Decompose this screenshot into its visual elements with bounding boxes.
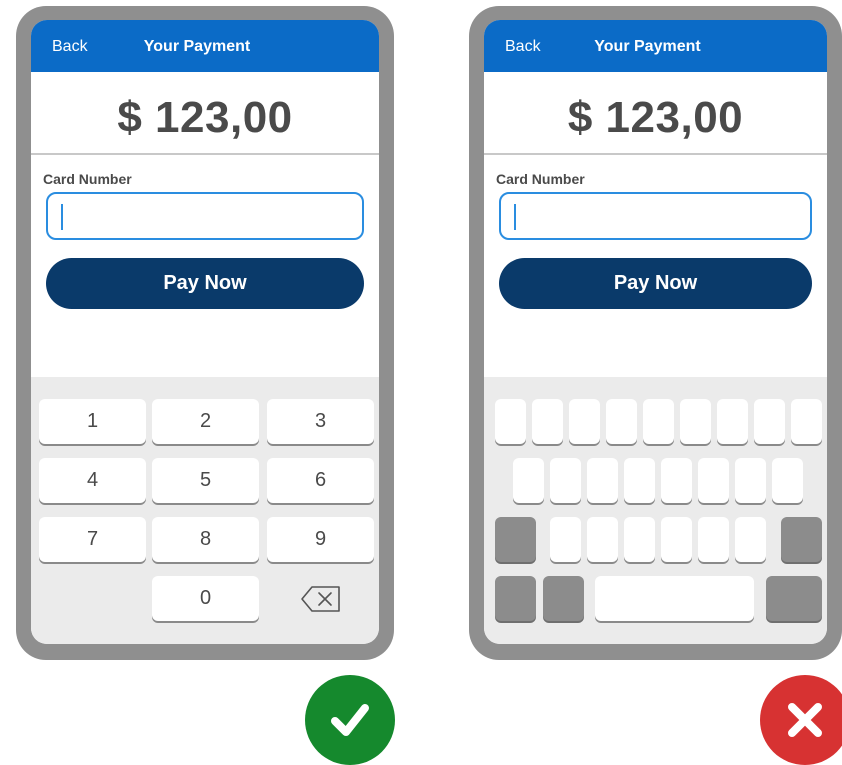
letter-key[interactable] bbox=[606, 399, 637, 444]
letter-key[interactable] bbox=[624, 517, 655, 562]
phone-screen: Back Your Payment $ 123,00 Card Number P… bbox=[31, 20, 379, 644]
letter-key[interactable] bbox=[717, 399, 748, 444]
letter-key[interactable] bbox=[569, 399, 600, 444]
backspace-icon bbox=[300, 585, 340, 612]
letter-key[interactable] bbox=[643, 399, 674, 444]
space-bar[interactable] bbox=[595, 576, 754, 621]
page-title: Your Payment bbox=[594, 38, 701, 55]
backspace-key[interactable] bbox=[267, 576, 374, 621]
letter-key[interactable] bbox=[661, 458, 692, 503]
letter-key[interactable] bbox=[587, 458, 618, 503]
letter-key[interactable] bbox=[735, 517, 766, 562]
delete-key[interactable] bbox=[781, 517, 822, 562]
text-caret bbox=[61, 204, 63, 230]
phone-full-keyboard-example: Back Your Payment $ 123,00 Card Number P… bbox=[469, 6, 842, 660]
letter-key[interactable] bbox=[772, 458, 803, 503]
card-number-input[interactable] bbox=[499, 192, 812, 240]
phone-screen: Back Your Payment $ 123,00 Card Number P… bbox=[484, 20, 827, 644]
key-5[interactable]: 5 bbox=[152, 458, 259, 503]
letter-key[interactable] bbox=[587, 517, 618, 562]
page-title: Your Payment bbox=[143, 38, 251, 55]
card-number-label: Card Number bbox=[43, 171, 132, 187]
top-navigation-bar: Back Your Payment bbox=[484, 20, 827, 72]
letter-key[interactable] bbox=[495, 399, 526, 444]
card-number-label: Card Number bbox=[496, 171, 585, 187]
cross-icon bbox=[788, 703, 822, 737]
checkmark-badge bbox=[305, 675, 395, 765]
phone-numeric-keypad-example: Back Your Payment $ 123,00 Card Number P… bbox=[16, 6, 394, 660]
divider bbox=[484, 153, 827, 155]
alphabetic-keyboard bbox=[484, 377, 827, 644]
letter-key[interactable] bbox=[698, 517, 729, 562]
pay-now-button[interactable]: Pay Now bbox=[499, 258, 812, 309]
card-number-input[interactable] bbox=[46, 192, 364, 240]
return-key[interactable] bbox=[766, 576, 822, 621]
cross-badge bbox=[760, 675, 842, 765]
payment-amount: $ 123,00 bbox=[567, 93, 744, 142]
payment-amount: $ 123,00 bbox=[117, 93, 293, 142]
letter-key[interactable] bbox=[735, 458, 766, 503]
shift-key[interactable] bbox=[495, 517, 536, 562]
letter-key[interactable] bbox=[624, 458, 655, 503]
key-7[interactable]: 7 bbox=[39, 517, 146, 562]
key-0[interactable]: 0 bbox=[152, 576, 259, 621]
text-caret bbox=[514, 204, 516, 230]
key-8[interactable]: 8 bbox=[152, 517, 259, 562]
letter-key[interactable] bbox=[698, 458, 729, 503]
globe-key[interactable] bbox=[543, 576, 584, 621]
numeric-keypad: 1 2 3 4 5 6 7 8 9 0 bbox=[31, 377, 379, 644]
key-6[interactable]: 6 bbox=[267, 458, 374, 503]
key-1[interactable]: 1 bbox=[39, 399, 146, 444]
key-9[interactable]: 9 bbox=[267, 517, 374, 562]
pay-now-button[interactable]: Pay Now bbox=[46, 258, 364, 309]
checkmark-icon bbox=[331, 704, 369, 736]
letter-key[interactable] bbox=[680, 399, 711, 444]
divider bbox=[31, 153, 379, 155]
letter-key[interactable] bbox=[532, 399, 563, 444]
letter-key[interactable] bbox=[661, 517, 692, 562]
key-2[interactable]: 2 bbox=[152, 399, 259, 444]
letter-key[interactable] bbox=[550, 517, 581, 562]
key-4[interactable]: 4 bbox=[39, 458, 146, 503]
key-3[interactable]: 3 bbox=[267, 399, 374, 444]
letter-key[interactable] bbox=[754, 399, 785, 444]
numbers-mode-key[interactable] bbox=[495, 576, 536, 621]
letter-key[interactable] bbox=[791, 399, 822, 444]
letter-key[interactable] bbox=[550, 458, 581, 503]
letter-key[interactable] bbox=[513, 458, 544, 503]
top-navigation-bar: Back Your Payment bbox=[31, 20, 379, 72]
